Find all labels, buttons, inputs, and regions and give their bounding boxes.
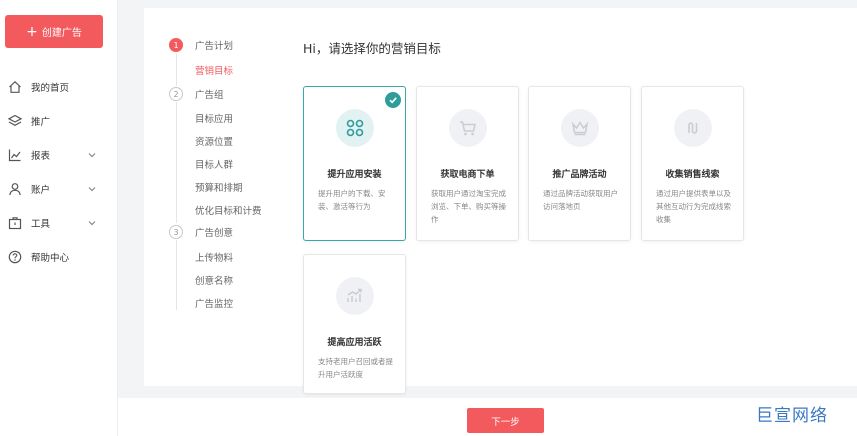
check-icon bbox=[385, 92, 401, 108]
card-description: 通过品牌活动获取用户访问落地页 bbox=[543, 189, 618, 211]
goal-card-app-install[interactable]: 提升应用安装 提升用户的下载、安装、激活等行为 bbox=[303, 86, 406, 241]
step-connector bbox=[176, 102, 177, 223]
step-number: 2 bbox=[169, 87, 183, 101]
step-1-header[interactable]: 1 广告计划 bbox=[169, 37, 233, 53]
step-3-header[interactable]: 3 广告创意 bbox=[169, 224, 233, 240]
step-item-target-app[interactable]: 目标应用 bbox=[195, 111, 233, 125]
goal-card-leads[interactable]: 收集销售线索 通过用户提供表单以及其他互动行为完成线索收集 bbox=[641, 86, 744, 241]
card-title: 推广品牌活动 bbox=[552, 170, 607, 180]
cart-icon bbox=[449, 109, 487, 147]
step-item-budget[interactable]: 预算和排期 bbox=[195, 180, 243, 194]
chevron-down-icon bbox=[86, 183, 98, 195]
chevron-down-icon bbox=[86, 217, 98, 229]
help-icon bbox=[8, 250, 22, 264]
create-ad-label: 创建广告 bbox=[41, 28, 82, 39]
card-description: 通过用户提供表单以及其他互动行为完成线索收集 bbox=[656, 189, 731, 224]
sidebar-item-label: 帮助中心 bbox=[31, 253, 70, 264]
card-title: 提升应用安装 bbox=[327, 170, 382, 180]
main-panel: 1 广告计划 营销目标 2 广告组 目标应用 资源位置 目标人群 预算和排期 优… bbox=[144, 8, 857, 394]
card-title: 提高应用活跃 bbox=[327, 338, 382, 348]
step-number: 1 bbox=[169, 38, 183, 52]
step-label: 广告组 bbox=[195, 90, 224, 101]
sidebar-item-tools[interactable]: 工具 bbox=[8, 213, 112, 233]
step-item-audience[interactable]: 目标人群 bbox=[195, 157, 233, 171]
step-label: 广告计划 bbox=[195, 41, 234, 52]
user-icon bbox=[8, 182, 22, 196]
chevron-down-icon bbox=[86, 149, 98, 161]
sidebar-item-label: 工具 bbox=[31, 219, 51, 230]
sidebar-item-label: 我的首页 bbox=[31, 83, 70, 94]
sidebar-item-label: 推广 bbox=[31, 117, 51, 128]
sidebar: + 创建广告 我的首页 推广 报表 账户 工具 帮助中心 bbox=[0, 0, 118, 436]
card-title: 收集销售线索 bbox=[665, 170, 720, 180]
toolbox-icon bbox=[8, 216, 22, 230]
crown-icon bbox=[561, 109, 599, 147]
step-number: 3 bbox=[169, 225, 183, 239]
sidebar-item-home[interactable]: 我的首页 bbox=[8, 77, 112, 97]
plus-icon: + bbox=[26, 23, 38, 40]
step-item-placement[interactable]: 资源位置 bbox=[195, 134, 233, 148]
goal-card-brand[interactable]: 推广品牌活动 通过品牌活动获取用户访问落地页 bbox=[528, 86, 631, 241]
step-item-monitoring[interactable]: 广告监控 bbox=[195, 296, 233, 310]
step-2-header[interactable]: 2 广告组 bbox=[169, 86, 224, 102]
trend-icon bbox=[336, 277, 374, 315]
step-item-upload[interactable]: 上传物料 bbox=[195, 250, 233, 264]
route-icon bbox=[674, 109, 712, 147]
step-label: 广告创意 bbox=[195, 228, 234, 239]
app-grid-icon bbox=[336, 109, 374, 147]
step-connector bbox=[176, 54, 177, 86]
sidebar-item-label: 报表 bbox=[31, 151, 51, 162]
watermark-text: 巨宣网络 bbox=[756, 406, 828, 426]
sidebar-item-promote[interactable]: 推广 bbox=[8, 111, 112, 131]
page-title: Hi，请选择你的营销目标 bbox=[303, 41, 441, 56]
step-item-optimization[interactable]: 优化目标和计费 bbox=[195, 203, 262, 217]
goal-card-app-active[interactable]: 提高应用活跃 支持老用户召回或者提升用户活跃度 bbox=[303, 254, 406, 394]
chart-icon bbox=[8, 148, 22, 162]
card-description: 提升用户的下载、安装、激活等行为 bbox=[318, 189, 386, 211]
card-title: 获取电商下单 bbox=[440, 170, 495, 180]
step-item-creative-name[interactable]: 创意名称 bbox=[195, 273, 233, 287]
step-item-marketing-goal[interactable]: 营销目标 bbox=[195, 63, 233, 77]
sidebar-item-label: 账户 bbox=[31, 185, 51, 196]
home-icon bbox=[8, 80, 22, 94]
sidebar-item-account[interactable]: 账户 bbox=[8, 179, 112, 199]
step-connector bbox=[176, 240, 177, 310]
sidebar-item-help[interactable]: 帮助中心 bbox=[8, 247, 112, 267]
card-description: 获取用户通过淘宝完成浏览、下单、购买等操作 bbox=[431, 189, 506, 224]
card-description: 支持老用户召回或者提升用户活跃度 bbox=[318, 357, 393, 379]
next-step-button[interactable]: 下一步 bbox=[467, 408, 544, 433]
create-ad-button[interactable]: + 创建广告 bbox=[5, 15, 103, 48]
layers-icon bbox=[8, 114, 22, 128]
goal-card-ecommerce[interactable]: 获取电商下单 获取用户通过淘宝完成浏览、下单、购买等操作 bbox=[416, 86, 519, 241]
sidebar-item-reports[interactable]: 报表 bbox=[8, 145, 112, 165]
